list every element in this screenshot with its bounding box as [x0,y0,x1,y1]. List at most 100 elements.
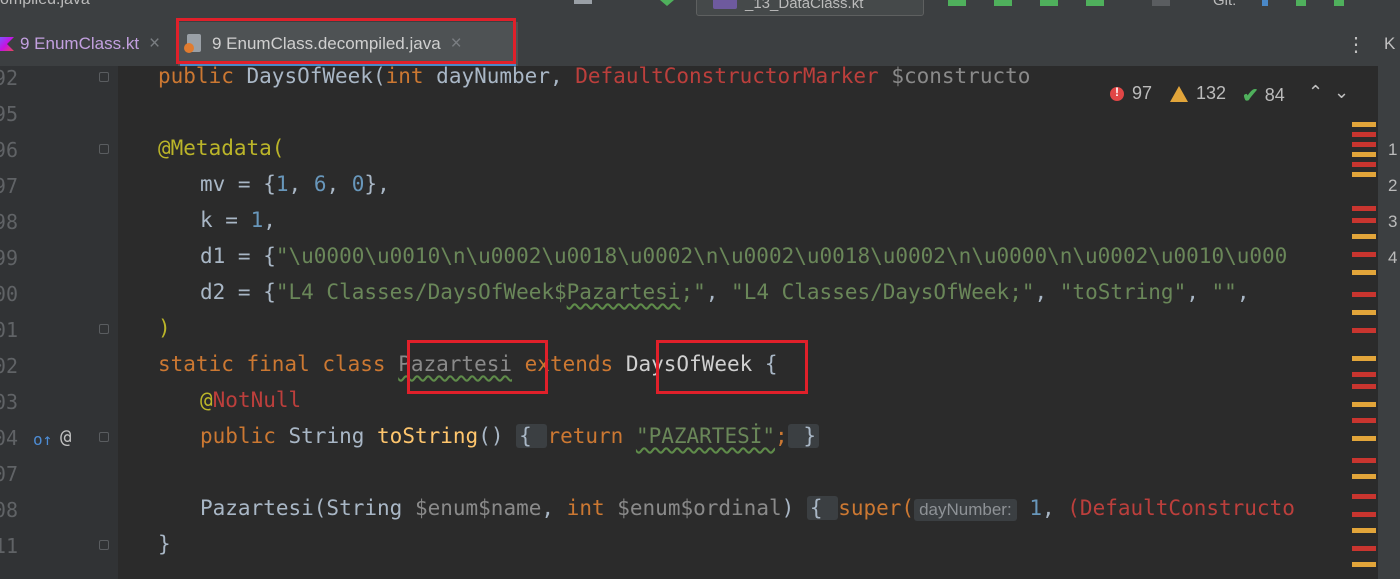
line-number: 04 [0,426,18,450]
overrides-method-icon[interactable]: o↑ [33,430,52,449]
side-panel-label[interactable]: K [1384,34,1395,54]
code-token: , [263,208,276,232]
code-token: () [478,424,504,448]
fold-icon[interactable] [99,72,109,82]
error-marker[interactable] [1352,494,1376,499]
error-stripe[interactable] [1348,66,1378,579]
error-marker[interactable] [1352,372,1376,377]
fold-icon[interactable] [99,540,109,550]
code-token: ; [775,424,788,448]
code-token: super( [838,496,915,520]
debug-icon[interactable] [994,0,1012,6]
code-token: "toString" [1059,280,1187,304]
error-marker[interactable] [1352,546,1376,551]
error-marker[interactable] [1352,218,1376,223]
code-token: return [547,424,636,448]
error-marker[interactable] [1352,384,1376,389]
side-panel-number: 1 [1388,140,1398,159]
warning-marker[interactable] [1352,474,1376,479]
code-token: k = [200,208,251,232]
warning-marker[interactable] [1352,356,1376,361]
error-marker[interactable] [1352,418,1376,423]
warning-count-value: 132 [1196,83,1227,103]
run-config-label: _13_DataClass.kt [745,0,864,12]
code-line: 07 [0,456,1348,492]
error-marker[interactable] [1352,142,1376,147]
run-configuration-selector[interactable]: _13_DataClass.kt [696,0,924,16]
warning-marker[interactable] [1352,152,1376,157]
close-icon[interactable]: × [149,33,160,55]
error-marker[interactable] [1352,206,1376,211]
line-number: 07 [0,462,18,486]
error-count[interactable]: 97 [1110,83,1152,104]
more-options-icon[interactable]: ⋮ [1346,32,1366,57]
code-token: ) [781,496,807,520]
warning-marker[interactable] [1352,234,1376,239]
error-marker[interactable] [1352,512,1376,517]
annotation-icon[interactable]: @ [60,426,71,448]
git-label[interactable]: Git: [1213,0,1236,9]
error-count-value: 97 [1132,83,1153,103]
vcs-update-icon[interactable] [574,0,592,4]
code-token: $constructo [891,66,1031,88]
code-token: "" [1211,280,1237,304]
error-icon [1110,85,1124,101]
side-panel-number: 2 [1388,176,1398,195]
warning-marker[interactable] [1352,310,1376,315]
weak-warning-count[interactable]: ✔ 84 [1242,83,1285,108]
code-token[interactable]: { [806,496,839,520]
line-number: 96 [0,138,18,162]
code-token[interactable]: { [516,424,548,448]
window-title: ompiled.java [0,0,90,9]
code-token: static final class [158,352,399,376]
tab-enumclass-decompiled-java[interactable]: 9 EnumClass.decompiled.java × [176,18,518,66]
code-line: 04 public String toString() { return "PA… [0,420,1348,456]
build-icon[interactable] [660,0,674,6]
code-token: $enum$ordinal [617,496,782,520]
coverage-icon[interactable] [1040,0,1058,6]
git-update-icon[interactable] [1262,0,1268,6]
code-token: d2 = { [200,280,276,304]
code-token: DaysOfWeek( [246,66,386,88]
warning-marker[interactable] [1352,402,1376,407]
error-marker[interactable] [1352,132,1376,137]
line-number: 00 [0,282,18,306]
previous-problem-icon[interactable]: ⌃ [1308,82,1323,103]
check-icon: ✔ [1242,85,1259,107]
error-marker[interactable] [1352,458,1376,463]
fold-icon[interactable] [99,432,109,442]
code-token: 1 [275,172,289,196]
tab-enumclass-kt[interactable]: 9 EnumClass.kt × [0,22,160,66]
error-marker[interactable] [1352,328,1376,333]
code-token: DefaultConstructorMarker [575,66,892,88]
warning-count[interactable]: 132 [1170,83,1226,104]
git-push-icon[interactable] [1334,0,1344,6]
fold-icon[interactable] [99,324,109,334]
error-marker[interactable] [1352,162,1376,167]
tab-label: 9 EnumClass.kt [20,34,140,53]
inspection-widget[interactable]: 97 132 ✔84 ⌃ ⌄ [1096,78,1349,112]
profile-icon[interactable] [1086,0,1104,6]
warning-marker[interactable] [1352,436,1376,441]
line-number: 08 [0,498,18,522]
code-token: 1 [1016,496,1042,520]
warning-marker[interactable] [1352,528,1376,533]
git-commit-icon[interactable] [1296,0,1306,6]
line-number: 97 [0,174,18,198]
highlight-box-pazartesi [407,340,548,394]
code-token[interactable]: } [787,424,819,448]
warning-marker[interactable] [1352,122,1376,127]
warning-marker[interactable] [1352,172,1376,177]
code-token: , [1186,280,1212,304]
code-token: 0 [351,172,365,196]
run-icon[interactable] [948,0,966,6]
stop-icon[interactable] [1152,0,1170,6]
fold-icon[interactable] [99,144,109,154]
error-marker[interactable] [1352,252,1376,257]
code-editor[interactable]: 92 public DaysOfWeek(int dayNumber, Defa… [0,66,1348,579]
next-problem-icon[interactable]: ⌄ [1334,82,1349,103]
warning-marker[interactable] [1352,562,1376,567]
code-token: "\u0000\u0010\n\u0002\u0018\u0002\n\u000… [275,244,1288,268]
warning-marker[interactable] [1352,270,1376,275]
error-marker[interactable] [1352,292,1376,297]
